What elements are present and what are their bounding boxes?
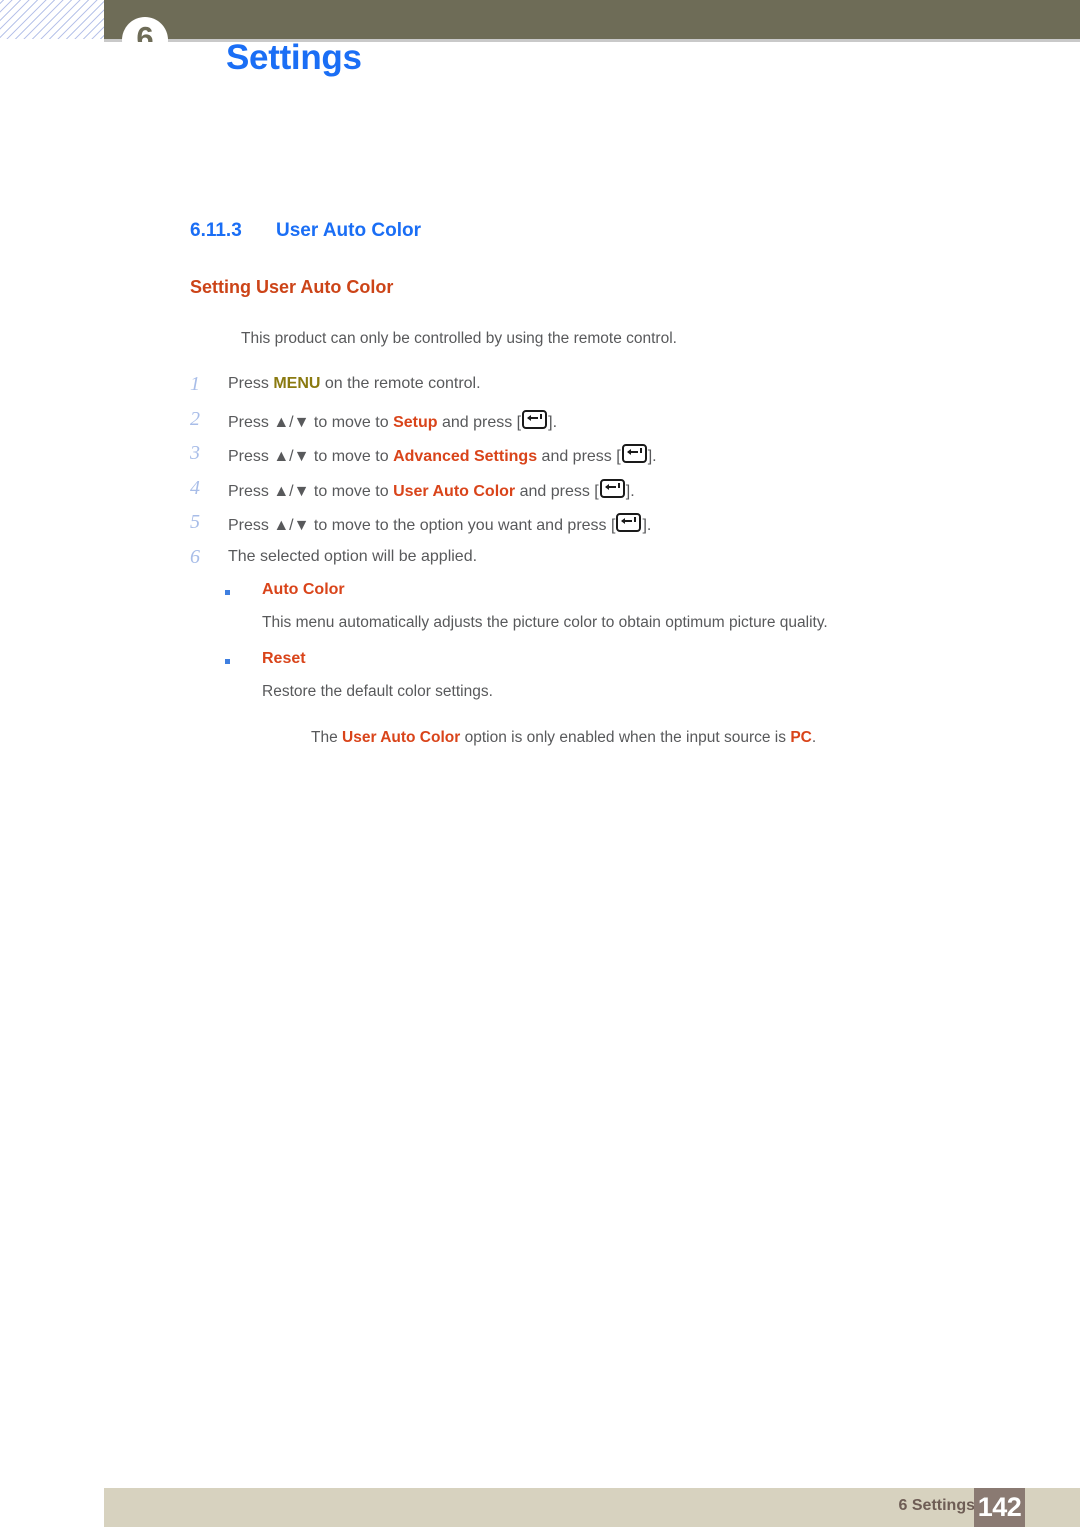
text-run: Press (228, 517, 274, 534)
step-item: 5 Press ▲/▼ to move to the option you wan… (190, 511, 950, 546)
text-run: Press (228, 448, 274, 465)
text-run: Press (228, 482, 274, 500)
bullet-dot-icon (225, 590, 230, 595)
bullet-description: Restore the default color settings. (262, 683, 493, 700)
text-run: . (811, 729, 817, 746)
bullet-item: Auto Color (225, 581, 985, 614)
text-run: ▲/▼ (273, 413, 310, 431)
text-run: and press [ (515, 482, 599, 500)
text-run: The (311, 729, 343, 746)
bullet-item: Reset (225, 650, 985, 683)
chapter-header-band (104, 0, 1080, 39)
text-run: to move to (309, 482, 394, 500)
emphasis-term: Setup (393, 413, 438, 431)
section-heading: 6.11.3 User Auto Color (190, 220, 421, 242)
text-run: ]. (642, 517, 652, 534)
text-run: and press [ (537, 448, 621, 465)
footer-chapter-label: 6 Settings (898, 1497, 975, 1514)
text-run: to move to the option you want and press… (309, 517, 616, 534)
step-item: 4 Press ▲/▼ to move to User Auto Color an… (190, 477, 950, 512)
emphasis-term: PC (790, 729, 812, 746)
step-number: 5 (190, 511, 200, 533)
text-run: to move to (309, 413, 394, 431)
text-run: The selected option will be applied. (228, 547, 478, 565)
step-text: Press ▲/▼ to move to the option you want… (228, 513, 651, 535)
text-run: ▲/▼ (273, 482, 310, 500)
bullet-dot-icon (225, 659, 230, 664)
text-run: ▲/▼ (273, 448, 310, 465)
page-number-label: 142 (977, 1492, 1022, 1522)
bullet-label: Auto Color (262, 581, 345, 598)
step-number: 2 (190, 407, 200, 430)
step-item: 1 Press MENU on the remote control. (190, 373, 950, 408)
step-item: 6 The selected option will be applied. (190, 546, 950, 581)
text-run: and press [ (437, 413, 522, 431)
text-run: ]. (625, 482, 635, 500)
text-run: ]. (647, 448, 657, 465)
step-number: 1 (190, 373, 200, 395)
text-run: ]. (548, 413, 558, 431)
corner-hatch-decoration (0, 0, 104, 39)
text-run: on the remote control. (320, 375, 481, 392)
step-item: 2 Press ▲/▼ to move to Setup and press []… (190, 408, 950, 443)
bullet-label: Reset (262, 650, 306, 667)
text-run: Press (228, 413, 274, 431)
text-run: Press (228, 375, 274, 392)
footnote-text: The User Auto Color option is only enabl… (311, 729, 816, 747)
enter-key-riser (617, 482, 620, 488)
enter-key-riser (634, 517, 637, 522)
enter-key-icon (599, 478, 625, 498)
page-title: Settings (226, 38, 362, 77)
enter-key-icon (621, 444, 647, 463)
page-number-box: 142 (974, 1488, 1025, 1527)
intro-note: This product can only be controlled by u… (241, 330, 677, 347)
text-run: to move to (309, 448, 394, 465)
menu-key-term: MENU (273, 375, 321, 392)
section-number: 6.11.3 (190, 220, 242, 241)
enter-key-riser (639, 448, 642, 453)
step-text: The selected option will be applied. (228, 548, 477, 566)
bullet-description: This menu automatically adjusts the pict… (262, 614, 828, 631)
step-text: Press ▲/▼ to move to Setup and press []. (228, 409, 558, 432)
text-run: option is only enabled when the input so… (460, 729, 791, 746)
section-title: User Auto Color (276, 220, 421, 241)
option-bullet-list: Auto Color This menu automatically adjust… (225, 581, 985, 719)
section-subtitle: Setting User Auto Color (190, 277, 394, 297)
numbered-step-list: 1 Press MENU on the remote control. 2 Press… (190, 373, 950, 580)
step-number: 6 (190, 545, 200, 568)
step-number: 3 (190, 442, 200, 464)
step-item: 3 Press ▲/▼ to move to Advanced Settings … (190, 442, 950, 477)
enter-key-icon (522, 409, 548, 429)
enter-key-riser (540, 413, 543, 419)
step-text: Press ▲/▼ to move to Advanced Settings a… (228, 444, 657, 466)
step-text: Press MENU on the remote control. (228, 375, 481, 393)
text-run: ▲/▼ (273, 517, 310, 534)
step-number: 4 (190, 476, 200, 499)
emphasis-term: User Auto Color (342, 729, 461, 746)
emphasis-term: Advanced Settings (393, 448, 538, 465)
enter-key-icon (616, 513, 642, 532)
step-text: Press ▲/▼ to move to User Auto Color and… (228, 478, 635, 501)
emphasis-term: User Auto Color (393, 482, 516, 500)
